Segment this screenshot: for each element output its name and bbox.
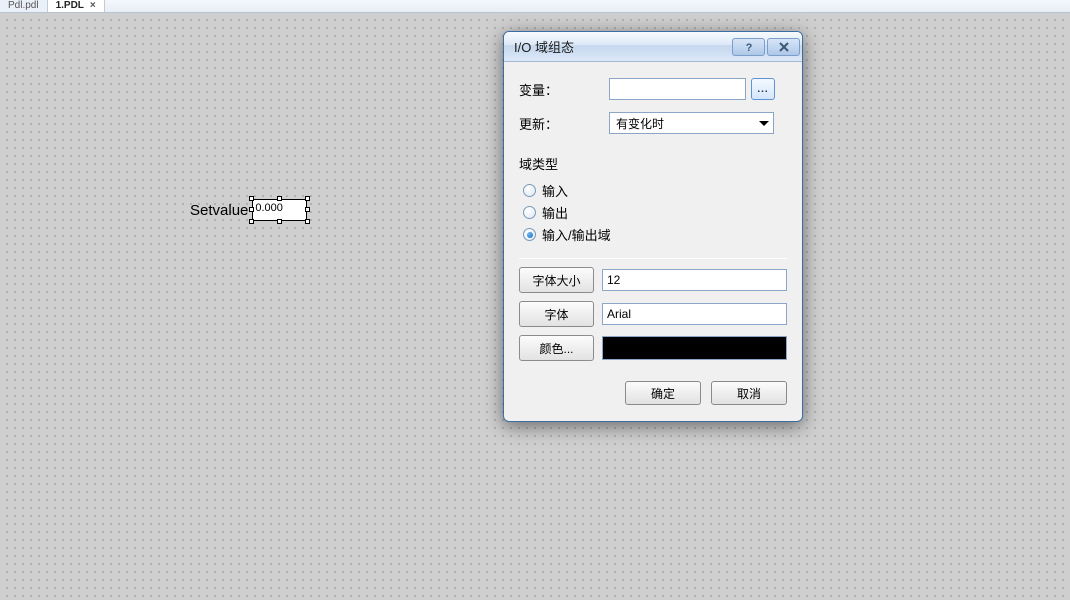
font-value[interactable]: Arial [602, 303, 787, 325]
io-field[interactable]: 0.000 [252, 199, 307, 221]
radio-input-option[interactable]: 输入 [523, 181, 787, 200]
cancel-button[interactable]: 取消 [711, 381, 787, 405]
setvalue-label: Setvalue [190, 202, 248, 219]
radio-input-label: 输入 [542, 181, 568, 200]
tab-active-label: 1.PDL [56, 0, 84, 11]
radio-input[interactable] [523, 184, 536, 197]
dialog-body: 变量： ... 更新： 有变化时 域类型 输入 输出 [504, 62, 802, 421]
field-type-group-label: 域类型 [519, 154, 787, 173]
design-canvas[interactable]: Setvalue 0.000 I/O 域组态 ? [0, 13, 1070, 600]
resize-handle-bc[interactable] [277, 219, 282, 224]
variable-input[interactable] [609, 78, 746, 100]
font-button[interactable]: 字体 [519, 301, 594, 327]
resize-handle-ml[interactable] [249, 207, 254, 212]
help-icon: ? [743, 41, 755, 53]
variable-label: 变量： [519, 80, 609, 99]
resize-handle-bl[interactable] [249, 219, 254, 224]
color-swatch[interactable] [602, 336, 787, 360]
radio-inout-option[interactable]: 输入/输出域 [523, 225, 787, 244]
color-button[interactable]: 颜色... [519, 335, 594, 361]
update-combo[interactable]: 有变化时 [609, 112, 774, 134]
chevron-down-icon [759, 121, 769, 126]
close-button[interactable] [767, 38, 800, 56]
color-row: 颜色... [519, 335, 787, 361]
browse-button[interactable]: ... [751, 78, 775, 100]
radio-inout[interactable] [523, 228, 536, 241]
close-icon[interactable]: × [90, 0, 96, 11]
resize-handle-tr[interactable] [305, 196, 310, 201]
resize-handle-tl[interactable] [249, 196, 254, 201]
update-combo-value: 有变化时 [616, 115, 664, 132]
resize-handle-tc[interactable] [277, 196, 282, 201]
tab-inactive[interactable]: Pdl.pdl [0, 0, 48, 12]
help-button[interactable]: ? [732, 38, 765, 56]
dialog-title: I/O 域组态 [514, 37, 730, 56]
variable-row: 变量： ... [519, 78, 787, 100]
tab-strip: Pdl.pdl 1.PDL × [0, 0, 1070, 13]
close-icon [778, 41, 790, 53]
tab-active[interactable]: 1.PDL × [48, 0, 105, 12]
tab-inactive-label: Pdl.pdl [8, 0, 39, 11]
font-size-row: 字体大小 12 [519, 267, 787, 293]
resize-handle-mr[interactable] [305, 207, 310, 212]
font-row: 字体 Arial [519, 301, 787, 327]
dialog-footer: 确定 取消 [519, 381, 787, 405]
font-size-value[interactable]: 12 [602, 269, 787, 291]
io-field-selection[interactable]: 0.000 [252, 199, 307, 221]
radio-output-option[interactable]: 输出 [523, 203, 787, 222]
svg-text:?: ? [745, 42, 752, 53]
io-config-dialog: I/O 域组态 ? 变量： ... 更新： [503, 31, 803, 422]
divider [519, 258, 787, 259]
ok-button[interactable]: 确定 [625, 381, 701, 405]
dialog-titlebar[interactable]: I/O 域组态 ? [504, 32, 802, 62]
resize-handle-br[interactable] [305, 219, 310, 224]
radio-inout-label: 输入/输出域 [542, 225, 611, 244]
font-size-button[interactable]: 字体大小 [519, 267, 594, 293]
setvalue-group: Setvalue 0.000 [190, 199, 307, 221]
radio-output-label: 输出 [542, 203, 568, 222]
update-label: 更新： [519, 114, 609, 133]
radio-output[interactable] [523, 206, 536, 219]
update-row: 更新： 有变化时 [519, 112, 787, 134]
